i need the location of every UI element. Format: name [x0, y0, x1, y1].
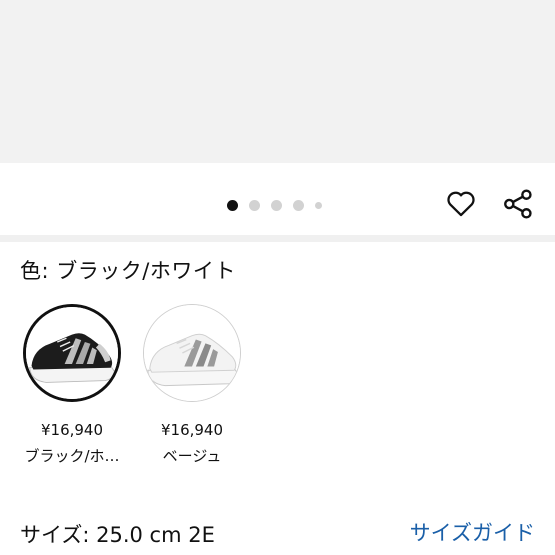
variant-name: ブラック/ホ…	[24, 447, 120, 465]
favorite-button[interactable]	[444, 186, 478, 220]
carousel-dot-5[interactable]	[315, 201, 322, 209]
variant-name: ベージュ	[162, 447, 222, 465]
variant-black-white[interactable]: ¥16,940 ブラック/ホ…	[16, 304, 128, 466]
black-shoe-thumbnail	[26, 307, 118, 399]
share-button[interactable]	[500, 186, 536, 222]
share-icon	[504, 189, 532, 219]
section-divider	[0, 235, 555, 242]
carousel-dot-1[interactable]	[227, 199, 238, 211]
variant-beige[interactable]: ¥16,940 ベージュ	[136, 304, 248, 466]
size-label: サイズ: 25.0 cm 2E	[20, 523, 215, 547]
size-guide-link[interactable]: サイズガイド	[410, 518, 535, 548]
variant-price: ¥16,940	[40, 421, 104, 439]
beige-shoe-thumbnail	[144, 305, 240, 401]
carousel-dots	[227, 199, 333, 211]
variant-swatch-black	[23, 304, 121, 402]
variant-swatch-beige	[143, 304, 241, 402]
variant-price: ¥16,940	[160, 421, 224, 439]
carousel-dot-2[interactable]	[249, 199, 260, 211]
product-image-area[interactable]	[0, 0, 555, 163]
carousel-dot-4[interactable]	[293, 199, 304, 211]
color-label: 色: ブラック/ホワイト	[20, 259, 236, 283]
heart-icon	[447, 191, 475, 217]
carousel-dot-3[interactable]	[271, 199, 282, 211]
